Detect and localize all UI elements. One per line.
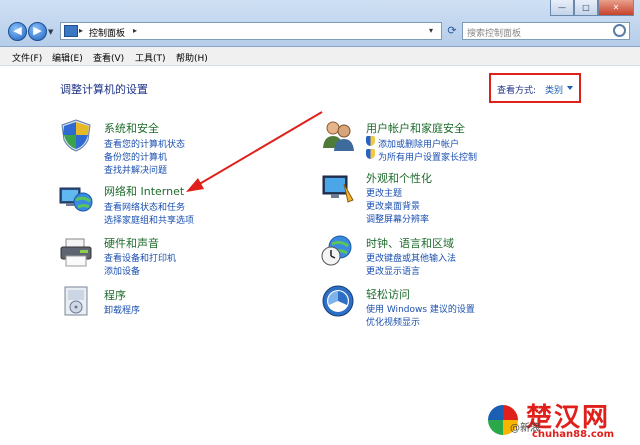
watermark-site: chuhan88.com — [532, 429, 615, 440]
annotation-arrow — [186, 111, 323, 192]
watermark: 楚汉网 @新浪 chuhan88.com — [474, 395, 640, 445]
